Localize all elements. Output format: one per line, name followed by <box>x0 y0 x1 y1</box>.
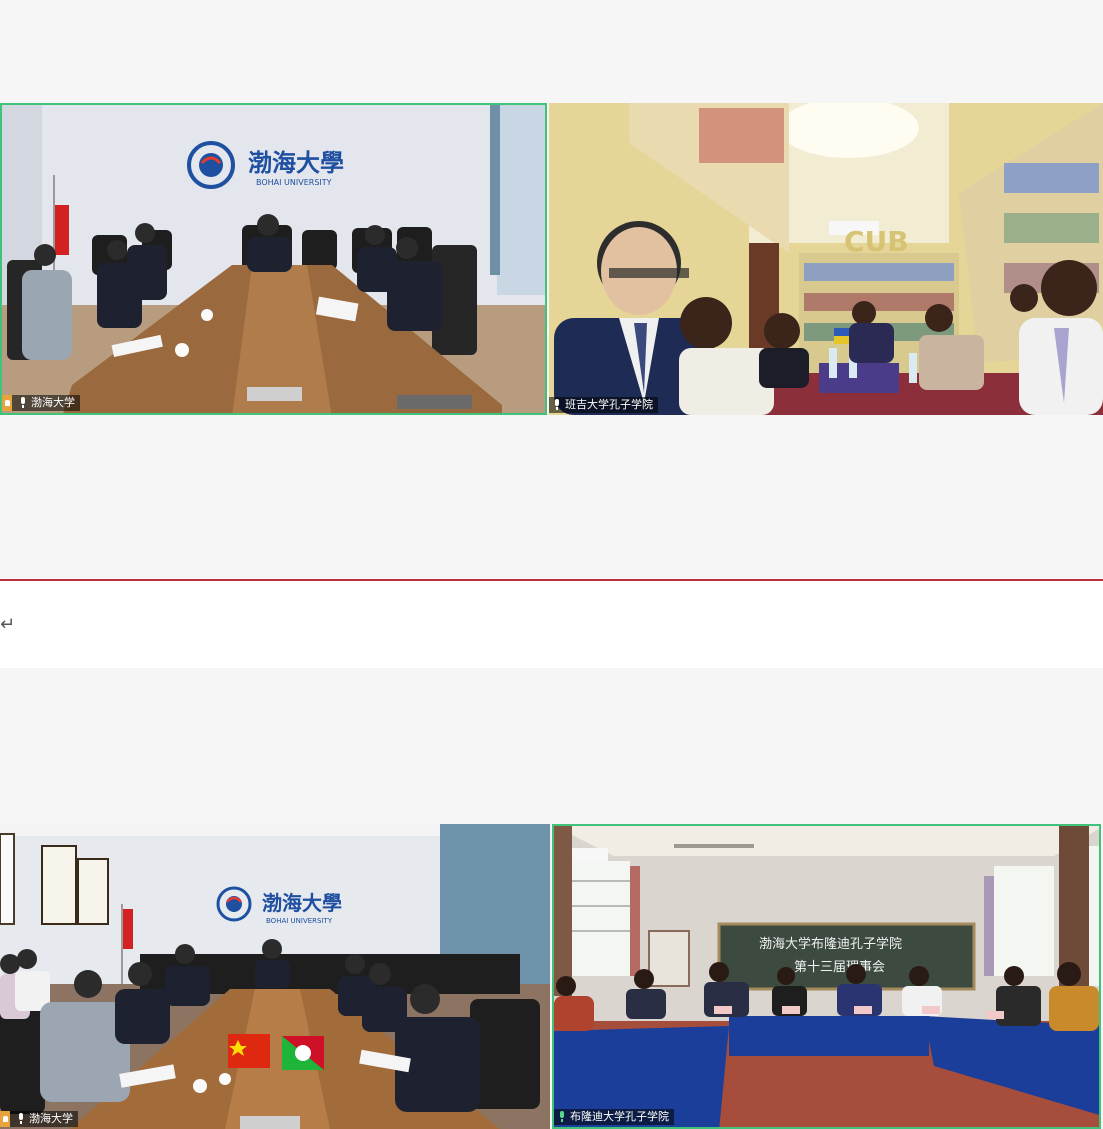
board-line-2: 第十三届理事会 <box>794 960 885 975</box>
participant-name: 布隆迪大学孔子学院 <box>570 1110 669 1123</box>
wall-sign-en: BOHAI UNIVERSITY <box>266 917 333 925</box>
microphone-icon <box>18 397 28 409</box>
speaking-microphone-icon <box>557 1111 567 1123</box>
video-tile-bohai[interactable]: 渤海大學 BOHAI UNIVERSITY 渤海大学 <box>0 824 550 1129</box>
participant-name-tag: 渤海大学 <box>2 395 80 411</box>
participant-name-tag: 班吉大学孔子学院 <box>549 397 658 413</box>
participant-name: 班吉大学孔子学院 <box>565 398 653 411</box>
red-divider-line <box>0 579 1103 581</box>
video-tile-bohai[interactable]: 渤海大學 BOHAI UNIVERSITY 渤海大学 <box>0 103 547 415</box>
wall-sign-cn: 渤海大學 <box>248 148 344 177</box>
meeting-screenshot-2: 渤海大學 BOHAI UNIVERSITY 渤海大学 渤海大学布隆迪孔子学院 第… <box>0 668 1103 1129</box>
video-tile-burundi[interactable]: 渤海大学布隆迪孔子学院 第十三届理事会 布隆迪大学孔子学院 <box>552 824 1101 1129</box>
wall-sign-en: BOHAI UNIVERSITY <box>256 178 332 187</box>
participant-name: 渤海大学 <box>29 1112 73 1125</box>
wall-sign-cub: CUB <box>844 225 909 258</box>
video-tile-bangui[interactable]: CUB 班吉大学孔子学院 <box>549 103 1103 415</box>
microphone-icon <box>552 399 562 411</box>
participant-name-tag: 渤海大学 <box>0 1111 78 1127</box>
host-badge-icon <box>2 395 12 411</box>
participant-name-tag: 布隆迪大学孔子学院 <box>554 1109 674 1125</box>
meeting-screenshot-1: 渤海大學 BOHAI UNIVERSITY 渤海大学 CUB 班吉大学孔子学院 <box>0 0 1103 581</box>
board-line-1: 渤海大学布隆迪孔子学院 <box>759 936 902 952</box>
wall-sign-cn: 渤海大學 <box>262 891 342 915</box>
host-badge-icon <box>0 1111 10 1127</box>
microphone-icon <box>16 1113 26 1125</box>
paragraph-return-mark: ↵ <box>0 614 16 635</box>
participant-name: 渤海大学 <box>31 396 75 409</box>
